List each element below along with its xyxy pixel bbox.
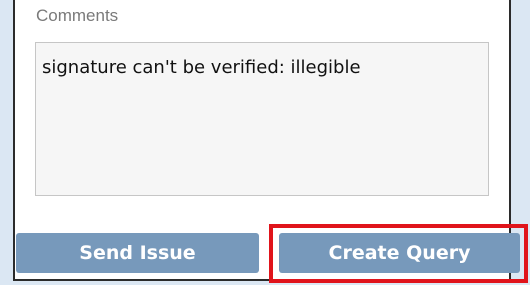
create-query-button[interactable]: Create Query bbox=[279, 233, 520, 273]
comments-label: Comments bbox=[36, 6, 119, 25]
send-issue-button[interactable]: Send Issue bbox=[16, 233, 259, 273]
comments-textarea[interactable]: signature can't be verified: illegible bbox=[35, 42, 489, 196]
